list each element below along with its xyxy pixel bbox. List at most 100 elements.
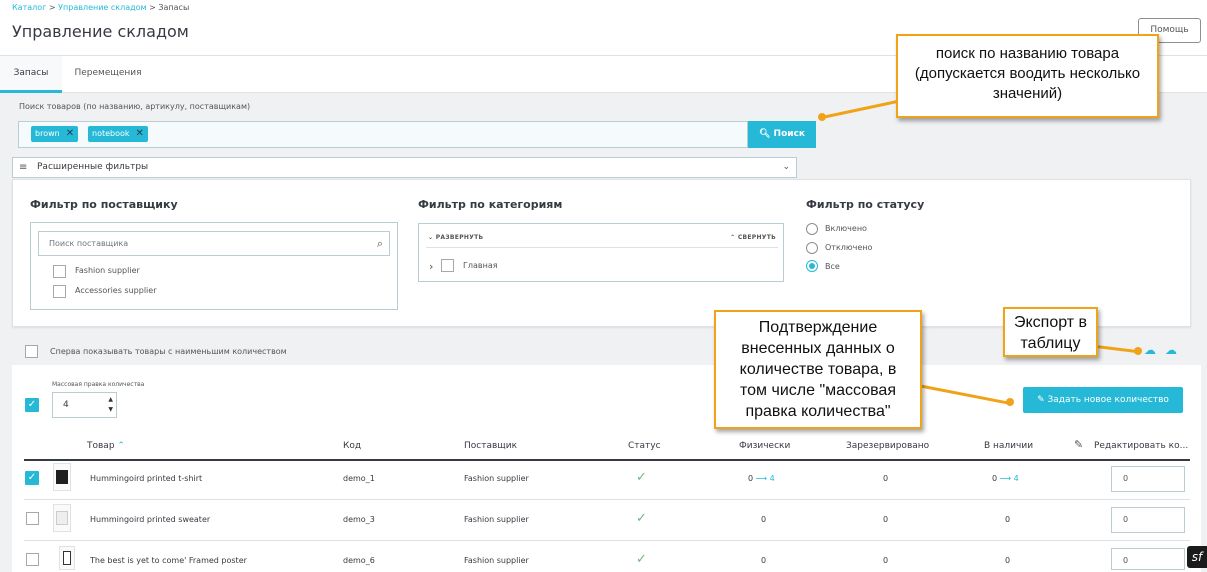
product-reference: demo_6 xyxy=(343,556,375,565)
row-divider xyxy=(24,499,1190,500)
edit-quantity-input[interactable]: 0 xyxy=(1111,507,1185,533)
reserved-qty: 0 xyxy=(883,474,889,483)
supplier-option-label: Fashion supplier xyxy=(75,266,140,275)
low-quantity-first-checkbox[interactable] xyxy=(25,345,38,358)
search-chip[interactable]: brown ✕ xyxy=(31,126,79,142)
reserved-qty: 0 xyxy=(883,556,889,565)
product-supplier: Fashion supplier xyxy=(464,474,529,483)
row-divider xyxy=(24,540,1190,541)
advanced-filters-label: Расширенные фильтры xyxy=(37,162,149,172)
column-header-available: В наличии xyxy=(984,441,1034,451)
collapse-all-link[interactable]: ⌃ СВЕРНУТЬ xyxy=(730,234,776,241)
edit-quantity-input[interactable]: 0 xyxy=(1111,466,1185,492)
search-label: Поиск товаров (по названию, артикулу, по… xyxy=(19,102,251,111)
supplier-search-placeholder: Поиск поставщика xyxy=(49,239,129,248)
set-new-quantity-label: Задать новое количество xyxy=(1047,395,1169,405)
callout-pointer-dot xyxy=(1006,398,1014,406)
close-icon[interactable]: ✕ xyxy=(66,128,74,139)
column-header-reserved: Зарезервировано xyxy=(846,441,930,451)
edit-quantity-input[interactable]: 0 xyxy=(1111,548,1185,570)
expand-all-link[interactable]: ⌄ РАЗВЕРНУТЬ xyxy=(428,234,483,241)
divider xyxy=(426,247,778,248)
stepper-arrows-icon[interactable]: ▲ ▼ xyxy=(108,395,113,415)
breadcrumb-separator: > xyxy=(48,3,56,12)
product-thumbnail xyxy=(53,504,71,532)
sort-asc-icon: ⌃ xyxy=(117,441,125,451)
callout-confirm: Подтверждение внесенных данных о количес… xyxy=(714,310,922,429)
table-header-divider xyxy=(24,459,1190,461)
status-radio-disabled[interactable] xyxy=(806,242,818,254)
bulk-quantity-value: 4 xyxy=(63,400,69,410)
breadcrumb-current: Запасы xyxy=(158,3,190,12)
product-reference: demo_3 xyxy=(343,515,375,524)
category-tree-header: ⌄ РАЗВЕРНУТЬ ⌃ СВЕРНУТЬ xyxy=(426,234,778,245)
status-filter-title: Фильтр по статусу xyxy=(806,198,925,211)
pencil-icon: ✎ xyxy=(1037,395,1045,405)
category-root-label: Главная xyxy=(463,261,498,270)
column-header-edit-quantity: Редактировать ко... xyxy=(1094,441,1189,451)
category-checkbox[interactable] xyxy=(441,259,454,272)
row-checkbox[interactable] xyxy=(26,553,39,566)
tab-movements[interactable]: Перемещения xyxy=(66,56,150,93)
product-name[interactable]: Hummingoird printed t-shirt xyxy=(90,474,202,483)
breadcrumb-catalog[interactable]: Каталог xyxy=(12,3,46,12)
callout-export: Экспорт в таблицу xyxy=(1003,307,1098,357)
callout-pointer xyxy=(821,100,897,119)
product-name[interactable]: The best is yet to come' Framed poster xyxy=(90,556,247,565)
search-icon: 🔍︎ xyxy=(758,129,771,139)
available-qty: 0 xyxy=(1005,556,1011,565)
product-name[interactable]: Hummingoird printed sweater xyxy=(90,515,210,524)
physical-qty: 0 xyxy=(761,515,767,524)
callout-search: поиск по названию товара (допускается во… xyxy=(896,34,1159,118)
status-radio-all[interactable] xyxy=(806,260,818,272)
product-reference: demo_1 xyxy=(343,474,375,483)
physical-qty: 0 xyxy=(761,556,767,565)
low-quantity-first-label: Сперва показывать товары с наименьшим ко… xyxy=(50,347,287,356)
column-header-reference: Код xyxy=(343,441,362,451)
supplier-option-label: Accessories supplier xyxy=(75,286,157,295)
callout-pointer-dot xyxy=(1134,347,1142,355)
physical-qty: 0 ⟶ 4 xyxy=(748,474,775,483)
bulk-edit-label: Массовая правка количества xyxy=(52,381,145,388)
category-filter-title: Фильтр по категориям xyxy=(418,198,563,211)
product-thumbnail xyxy=(59,546,75,570)
supplier-filter-title: Фильтр по поставщику xyxy=(30,198,178,211)
row-checkbox[interactable]: ✓ xyxy=(25,471,39,485)
status-enabled-icon[interactable]: ✓ xyxy=(636,511,647,526)
category-tree xyxy=(418,223,784,282)
supplier-checkbox[interactable] xyxy=(53,265,66,278)
tab-stock[interactable]: Запасы xyxy=(0,56,62,93)
filter-icon: ≡ xyxy=(19,162,28,173)
breadcrumb-separator: > xyxy=(149,3,156,12)
pencil-icon: ✎ xyxy=(1074,438,1084,451)
cloud-upload-icon[interactable]: ☁ xyxy=(1144,343,1156,357)
column-header-product[interactable]: Товар ⌃ xyxy=(87,441,125,451)
column-header-supplier: Поставщик xyxy=(464,441,518,451)
breadcrumb-stock[interactable]: Управление складом xyxy=(58,3,146,12)
product-supplier: Fashion supplier xyxy=(464,556,529,565)
chip-label: notebook xyxy=(92,129,130,138)
status-radio-enabled[interactable] xyxy=(806,223,818,235)
set-new-quantity-button[interactable]: ✎ Задать новое количество xyxy=(1023,387,1183,413)
search-chip[interactable]: notebook ✕ xyxy=(88,126,148,142)
search-button[interactable]: 🔍︎ Поиск xyxy=(748,121,816,148)
product-thumbnail xyxy=(53,463,71,491)
product-supplier: Fashion supplier xyxy=(464,515,529,524)
chip-label: brown xyxy=(35,129,60,138)
advanced-filters-toggle[interactable]: ≡ Расширенные фильтры ⌄ xyxy=(12,157,797,178)
supplier-search-input[interactable]: Поиск поставщика ⌕ xyxy=(38,231,390,256)
select-all-checkbox[interactable]: ✓ xyxy=(25,398,39,412)
close-icon[interactable]: ✕ xyxy=(136,128,144,139)
reserved-qty: 0 xyxy=(883,515,889,524)
available-qty: 0 ⟶ 4 xyxy=(992,474,1019,483)
symfony-toolbar-icon[interactable]: sf xyxy=(1187,546,1207,568)
status-enabled-icon[interactable]: ✓ xyxy=(636,470,647,485)
chevron-right-icon[interactable]: › xyxy=(429,260,433,273)
chevron-down-icon: ⌄ xyxy=(782,162,790,172)
status-option-label: Включено xyxy=(825,224,867,233)
bulk-quantity-stepper[interactable]: 4 ▲ ▼ xyxy=(52,392,117,418)
status-enabled-icon[interactable]: ✓ xyxy=(636,552,647,567)
row-checkbox[interactable] xyxy=(26,512,39,525)
cloud-download-icon[interactable]: ☁ xyxy=(1165,343,1177,357)
supplier-checkbox[interactable] xyxy=(53,285,66,298)
